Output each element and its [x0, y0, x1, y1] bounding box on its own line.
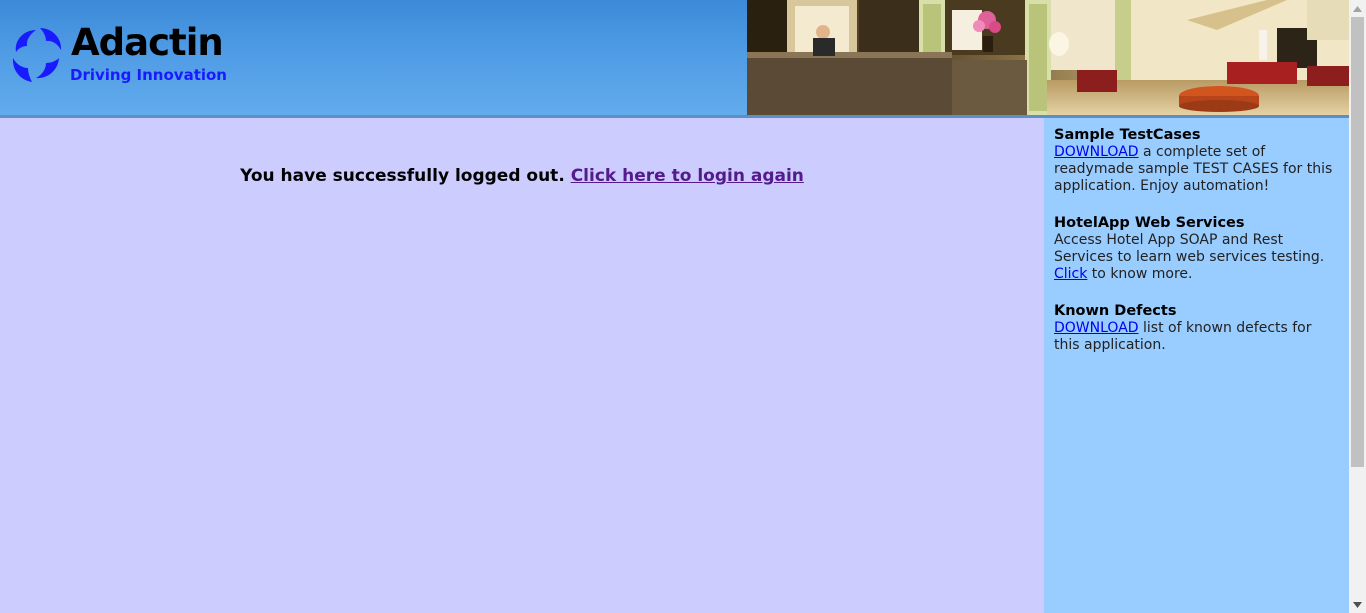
main-content: You have successfully logged out. Click …: [0, 118, 1044, 613]
sidebar-section-text: DOWNLOAD list of known defects for this …: [1054, 320, 1339, 354]
download-defects-link[interactable]: DOWNLOAD: [1054, 320, 1139, 336]
logout-message: You have successfully logged out. Click …: [0, 166, 1044, 186]
hotel-lobby-banner-image: [747, 0, 1349, 115]
adactin-logo-icon: [12, 28, 62, 82]
logo-tagline: Driving Innovation: [70, 66, 227, 84]
scroll-down-arrow-icon[interactable]: [1349, 596, 1366, 613]
sidebar-section-known-defects: Known Defects DOWNLOAD list of known def…: [1054, 303, 1339, 354]
vertical-scrollbar[interactable]: [1349, 0, 1366, 613]
sidebar-section-body: Access Hotel App SOAP and Rest Services …: [1054, 232, 1325, 265]
sidebar-section-title: Sample TestCases: [1054, 127, 1201, 143]
sidebar-section-text: Access Hotel App SOAP and Rest Services …: [1054, 232, 1339, 283]
web-services-click-link[interactable]: Click: [1054, 266, 1087, 282]
sidebar: Sample TestCases DOWNLOAD a complete set…: [1044, 118, 1349, 613]
logout-message-text: You have successfully logged out.: [240, 166, 565, 186]
sidebar-section-sample-testcases: Sample TestCases DOWNLOAD a complete set…: [1054, 127, 1339, 195]
login-again-link[interactable]: Click here to login again: [571, 166, 804, 186]
header: Adactin Driving Innovation: [0, 0, 1349, 118]
sidebar-section-title: Known Defects: [1054, 303, 1177, 319]
logo-name: Adactin: [71, 21, 224, 64]
sidebar-section-web-services: HotelApp Web Services Access Hotel App S…: [1054, 215, 1339, 283]
download-testcases-link[interactable]: DOWNLOAD: [1054, 144, 1139, 160]
sidebar-section-body-after: to know more.: [1087, 266, 1193, 282]
scroll-up-arrow-icon[interactable]: [1349, 0, 1366, 17]
page: Adactin Driving Innovation You have succ…: [0, 0, 1366, 613]
sidebar-section-text: DOWNLOAD a complete set of readymade sam…: [1054, 144, 1339, 195]
scrollbar-thumb[interactable]: [1351, 17, 1364, 467]
adactin-logo[interactable]: Adactin Driving Innovation: [10, 21, 240, 88]
sidebar-section-title: HotelApp Web Services: [1054, 215, 1245, 231]
